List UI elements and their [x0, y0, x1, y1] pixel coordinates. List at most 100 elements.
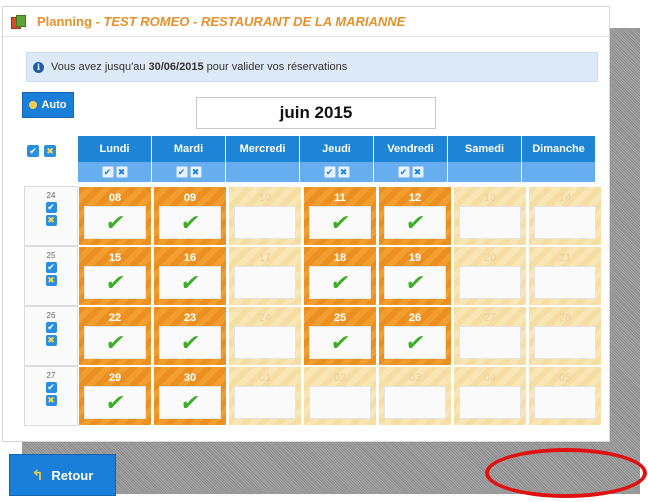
reservation-slot[interactable]: ✔: [159, 266, 221, 299]
day-cell[interactable]: 19 ✔: [379, 247, 451, 305]
day-cell[interactable]: 18 ✔: [304, 247, 376, 305]
reservation-slot: [384, 386, 446, 419]
day-cell[interactable]: 15 ✔: [79, 247, 151, 305]
reservation-slot: [234, 386, 296, 419]
checkmark-icon: ✔: [103, 269, 127, 295]
reservation-slot[interactable]: ✔: [384, 206, 446, 239]
week-selector: 27 ✔ ✖: [24, 366, 78, 426]
checkmark-icon: ✔: [403, 329, 427, 355]
reservation-slot: [234, 206, 296, 239]
week-deselect-x-icon[interactable]: ✖: [45, 215, 57, 226]
reservation-slot[interactable]: ✔: [384, 266, 446, 299]
reservation-slot[interactable]: ✔: [384, 326, 446, 359]
reservation-slot[interactable]: ✔: [309, 326, 371, 359]
reservation-slot: [459, 266, 521, 299]
column-deselect-x-icon[interactable]: ✖: [411, 166, 424, 178]
reservation-slot: [234, 266, 296, 299]
reservation-slot[interactable]: ✔: [84, 206, 146, 239]
back-arrow-icon: ↰: [31, 466, 44, 483]
week-selector: 25 ✔ ✖: [24, 246, 78, 306]
reservation-slot: [309, 386, 371, 419]
checkmark-icon: ✔: [103, 389, 127, 415]
day-header-mardi: Mardi: [152, 136, 226, 162]
column-toggle-samedi: [448, 162, 522, 182]
day-number: 05: [558, 372, 572, 384]
reservation-slot[interactable]: ✔: [309, 206, 371, 239]
reservation-slot[interactable]: ✔: [159, 206, 221, 239]
day-number: 13: [483, 192, 497, 204]
day-cell[interactable]: 12 ✔: [379, 187, 451, 245]
day-cell[interactable]: 25 ✔: [304, 307, 376, 365]
select-all-checkbox-icon[interactable]: ✔: [27, 145, 39, 157]
reservation-slot[interactable]: ✔: [84, 386, 146, 419]
day-number: 10: [258, 192, 272, 204]
week-number: 27: [46, 371, 56, 380]
day-header-jeudi: Jeudi: [300, 136, 374, 162]
reservation-slot[interactable]: ✔: [84, 266, 146, 299]
day-cell[interactable]: 09 ✔: [154, 187, 226, 245]
checkmark-icon: ✔: [178, 209, 202, 235]
week-selector: 26 ✔ ✖: [24, 306, 78, 366]
day-cell: 28: [529, 307, 601, 365]
column-deselect-x-icon[interactable]: ✖: [337, 166, 350, 178]
reservation-slot[interactable]: ✔: [309, 266, 371, 299]
week-select-checkbox-icon[interactable]: ✔: [45, 202, 57, 213]
deselect-all-x-icon[interactable]: ✖: [44, 145, 56, 157]
checkmark-icon: ✔: [328, 329, 352, 355]
day-cell: 21: [529, 247, 601, 305]
week-select-checkbox-icon[interactable]: ✔: [45, 262, 57, 273]
day-number: 25: [333, 312, 347, 324]
reservation-slot[interactable]: ✔: [159, 386, 221, 419]
checkmark-icon: ✔: [178, 389, 202, 415]
week-deselect-x-icon[interactable]: ✖: [45, 395, 57, 406]
column-select-checkbox-icon[interactable]: ✔: [323, 166, 336, 178]
reservation-slot[interactable]: ✔: [84, 326, 146, 359]
day-cell[interactable]: 11 ✔: [304, 187, 376, 245]
day-number: 08: [108, 192, 122, 204]
back-button[interactable]: ↰ Retour: [9, 454, 116, 496]
month-label: juin 2015: [196, 97, 436, 129]
column-deselect-x-icon[interactable]: ✖: [189, 166, 202, 178]
column-select-checkbox-icon[interactable]: ✔: [101, 166, 114, 178]
checkmark-icon: ✔: [403, 209, 427, 235]
day-number: 24: [258, 312, 272, 324]
column-select-checkbox-icon[interactable]: ✔: [175, 166, 188, 178]
week-selector: 24 ✔ ✖: [24, 186, 78, 246]
day-cell: 05: [529, 367, 601, 425]
day-cell[interactable]: 29 ✔: [79, 367, 151, 425]
auto-button[interactable]: Auto: [22, 92, 74, 118]
column-toggle-jeudi: ✔ ✖: [300, 162, 374, 182]
week-select-checkbox-icon[interactable]: ✔: [45, 382, 57, 393]
day-cell[interactable]: 26 ✔: [379, 307, 451, 365]
day-number: 09: [183, 192, 197, 204]
day-number: 03: [408, 372, 422, 384]
info-icon: i: [33, 61, 44, 73]
column-toggle-row: ✔ ✖ ✔ ✖ ✔ ✖ ✔ ✖: [78, 162, 596, 182]
column-toggle-dimanche: [522, 162, 596, 182]
day-cell: 17: [229, 247, 301, 305]
day-cell[interactable]: 30 ✔: [154, 367, 226, 425]
column-deselect-x-icon[interactable]: ✖: [115, 166, 128, 178]
day-header-row: Lundi Mardi Mercredi Jeudi Vendredi Samedi Dim…: [78, 136, 596, 162]
reservation-slot[interactable]: ✔: [159, 326, 221, 359]
reservation-slot: [459, 326, 521, 359]
day-cell: 20: [454, 247, 526, 305]
day-cell[interactable]: 23 ✔: [154, 307, 226, 365]
week-select-checkbox-icon[interactable]: ✔: [45, 322, 57, 333]
day-number: 15: [108, 252, 122, 264]
column-toggle-mercredi: [226, 162, 300, 182]
day-cell[interactable]: 08 ✔: [79, 187, 151, 245]
reservation-slot: [534, 206, 596, 239]
day-number: 12: [408, 192, 422, 204]
checkmark-icon: ✔: [328, 269, 352, 295]
day-cell[interactable]: 16 ✔: [154, 247, 226, 305]
week-deselect-x-icon[interactable]: ✖: [45, 335, 57, 346]
info-text: Vous avez jusqu'au 30/06/2015 pour valid…: [51, 61, 348, 73]
week-deselect-x-icon[interactable]: ✖: [45, 275, 57, 286]
checkmark-icon: ✔: [328, 209, 352, 235]
reservation-slot: [534, 266, 596, 299]
column-select-checkbox-icon[interactable]: ✔: [397, 166, 410, 178]
calendar-app-icon: [11, 14, 27, 29]
day-cell[interactable]: 22 ✔: [79, 307, 151, 365]
day-cell: 27: [454, 307, 526, 365]
